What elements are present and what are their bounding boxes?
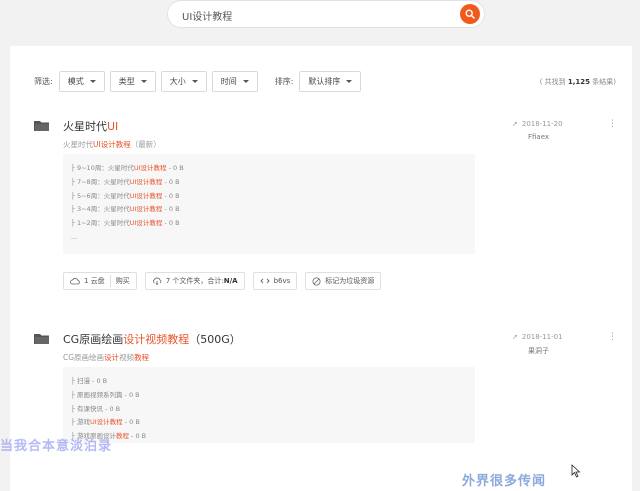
share-arrow-icon: ➚ (512, 120, 518, 128)
caret-down-icon (140, 79, 147, 83)
watermark-left: 当我合本意淡泊录 (0, 439, 113, 454)
cloud-disk-button[interactable]: 1 云盘 购买 (63, 272, 137, 290)
filter-mode-dropdown[interactable]: 模式 (58, 70, 105, 92)
file-line: ├ 9~10周：火星时代UI设计教程 - 0 B (71, 164, 184, 172)
caret-down-icon (89, 79, 96, 83)
filter-bar: 筛选: 模式 类型 大小 时间 排序: 默认排序 (34, 70, 366, 92)
result-subtitle: 火星时代UI设计教程（最新） (63, 140, 161, 149)
file-line: ├ 原画视频系列篇 - 0 B (71, 390, 140, 399)
file-line-ellipsis: ... (71, 232, 78, 241)
filter-label: 筛选: (34, 76, 53, 86)
result-user[interactable]: Ffiaex (528, 133, 549, 141)
download-cloud-icon (152, 277, 162, 285)
flag-icon (312, 277, 321, 285)
report-spam-button[interactable]: 标记为垃圾资源 (305, 272, 382, 290)
file-line: ├ 游戏UI设计教程 - 0 B (71, 418, 140, 427)
caret-down-icon (191, 79, 198, 83)
mouse-cursor-icon (571, 464, 581, 478)
file-line: ├ 5~6周：火星时代UI设计教程 - 0 B (71, 191, 180, 200)
sort-dropdown[interactable]: 默认排序 (299, 70, 362, 92)
file-line: ├ 3~4周：火星时代UI设计教程 - 0 B (71, 205, 180, 214)
result-user[interactable]: 果洞子 (528, 346, 549, 356)
result-date: ➚ 2018-11-01 (512, 333, 563, 341)
search-input[interactable] (182, 7, 452, 23)
caret-down-icon (242, 79, 249, 83)
code-button[interactable]: b6vs (252, 272, 298, 290)
result-actions: 1 云盘 购买 7 个文件夹，合计: N/A b6vs 标记为垃圾资源 (63, 272, 389, 290)
result-date: ➚ 2018-11-20 (512, 120, 563, 128)
filter-time-dropdown[interactable]: 时间 (211, 70, 258, 92)
top-bar (0, 0, 640, 34)
folder-icon (34, 121, 49, 131)
cloud-icon (70, 278, 80, 285)
file-list: ├ 扫漫 - 0 B ├ 原画视频系列篇 - 0 B ├ 有课快讯 - 0 B … (63, 367, 475, 443)
file-line: ├ 7~8周：火星时代UI设计教程 - 0 B (71, 177, 180, 186)
result-subtitle: CG原画绘画设计视频教程 (63, 353, 150, 362)
more-menu-icon[interactable]: ⋮ (608, 120, 617, 129)
results-panel: 筛选: 模式 类型 大小 时间 排序: 默认排序 ( 共找到 1,125 条结果… (10, 46, 632, 491)
file-list: ├ 9~10周：火星时代UI设计教程 - 0 B ├ 7~8周：火星时代UI设计… (63, 154, 475, 254)
folder-icon (34, 334, 49, 344)
file-line: ├ 扫漫 - 0 B (71, 377, 108, 385)
search-icon (465, 9, 475, 19)
code-icon (259, 278, 270, 284)
more-menu-icon[interactable]: ⋮ (608, 333, 617, 342)
filter-type-dropdown[interactable]: 类型 (109, 70, 156, 92)
watermark-right: 外界很多传闻 (462, 474, 547, 489)
file-line: ├ 游戏原画设计教程 - 0 B (71, 432, 147, 441)
buy-link[interactable]: 购买 (116, 276, 130, 286)
file-line: ├ 有课快讯 - 0 B (71, 404, 121, 413)
search-box (167, 0, 485, 28)
share-arrow-icon: ➚ (512, 333, 518, 341)
filter-size-dropdown[interactable]: 大小 (160, 70, 207, 92)
file-line: ├ 1~2周：火星时代UI设计教程 - 0 B (71, 219, 180, 228)
sort-label: 排序: (274, 76, 294, 86)
caret-down-icon (346, 79, 353, 83)
result-title[interactable]: 火星时代UI (63, 118, 118, 134)
result-title[interactable]: CG原画绘画设计视频教程（500G） (63, 331, 241, 347)
search-button[interactable] (460, 4, 480, 24)
result-count: ( 共找到 1,125 条结果) (539, 78, 616, 86)
file-info-button[interactable]: 7 个文件夹，合计: N/A (144, 272, 245, 290)
